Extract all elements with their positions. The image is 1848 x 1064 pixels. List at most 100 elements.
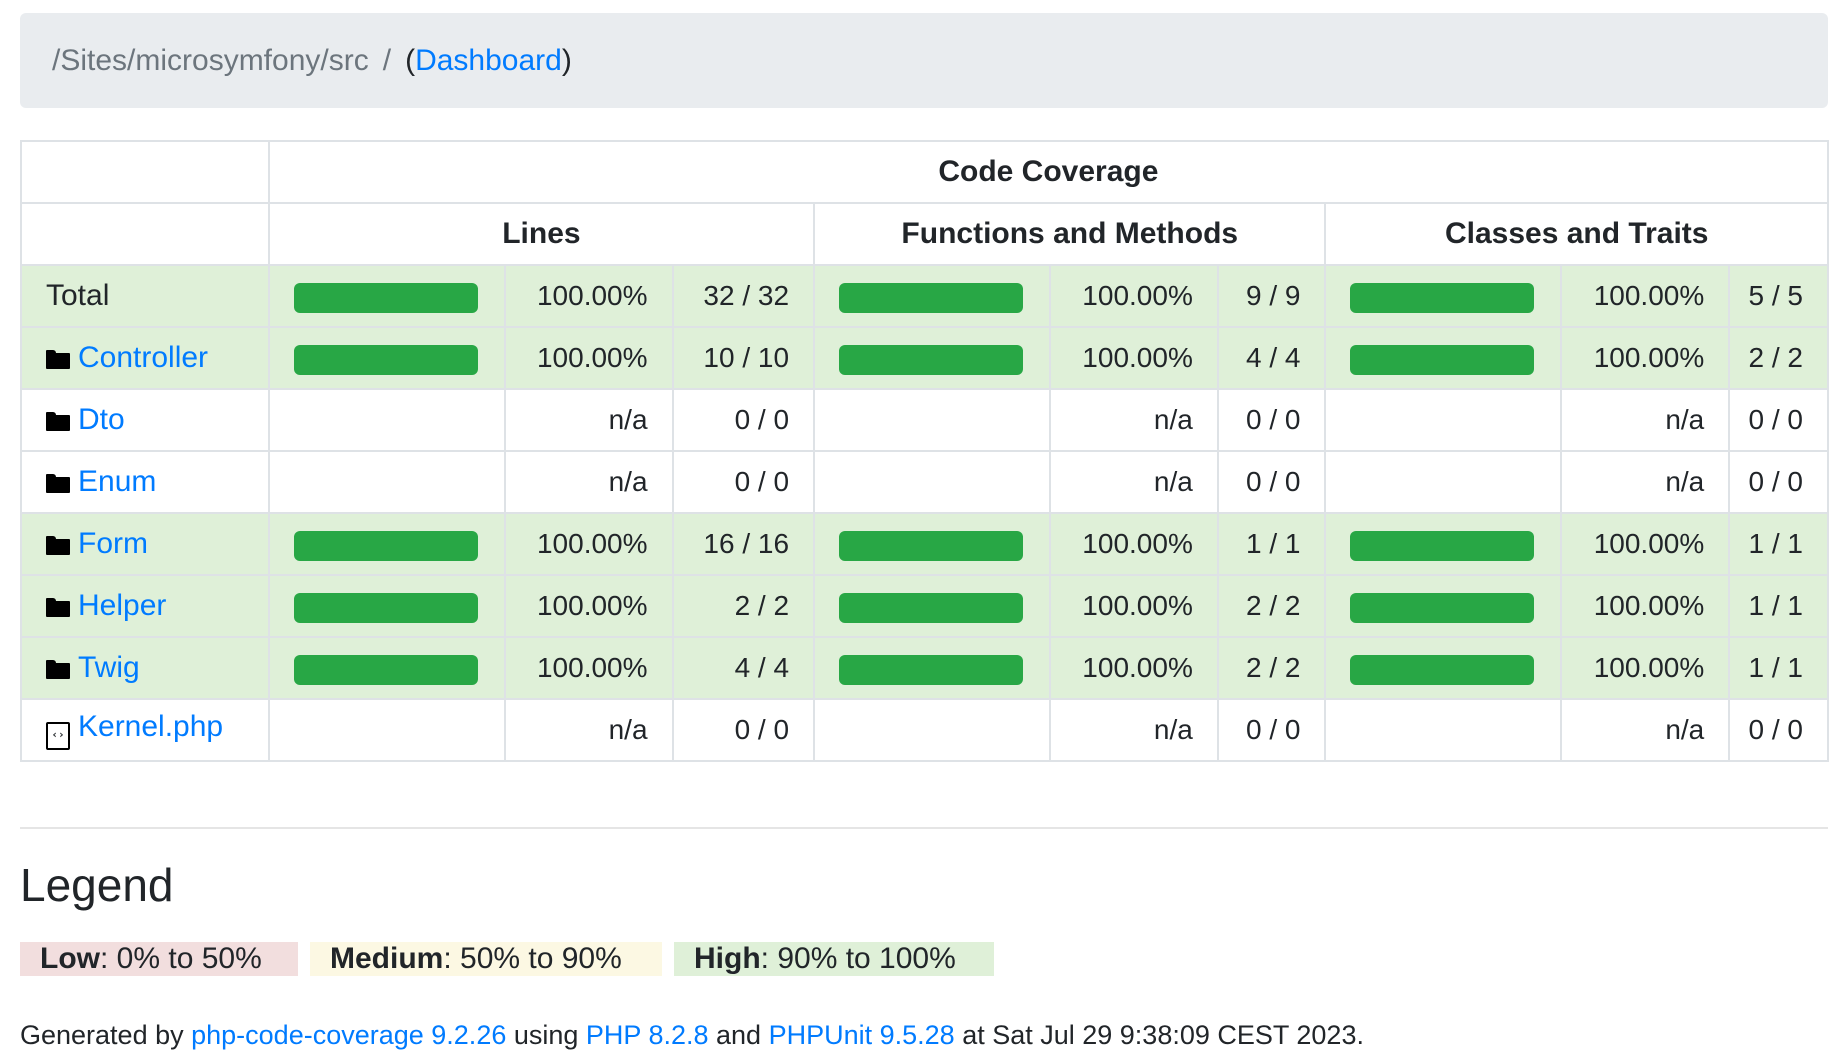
lines-bar-cell [267,388,506,452]
folder-icon [46,660,70,679]
functions-progress-bar [839,283,1024,313]
lines-bar-cell [267,636,506,700]
functions-progress-fill [839,531,1024,561]
table-row: Form 100.00% 16 / 16 100.00% 1 / 1 100.00% 1 /… [20,512,1829,576]
classes-count: 5 / 5 [1728,264,1829,328]
row-link-helper[interactable]: Helper [78,589,166,622]
lines-count: 0 / 0 [671,450,816,514]
header-empty [20,202,270,266]
functions-progress-fill [839,593,1024,623]
functions-percent: 100.00% [1049,264,1219,328]
lines-progress-fill [293,283,478,313]
lines-percent: n/a [503,698,674,762]
lines-bar-cell [267,264,506,328]
lines-percent: n/a [503,450,674,514]
classes-percent: n/a [1560,698,1731,762]
breadcrumb-close-paren: ) [561,44,572,77]
lines-count: 0 / 0 [671,388,816,452]
functions-bar-cell [813,574,1052,638]
coverage-table-body: Total 100.00% 32 / 32 100.00% 9 / 9 100.00% 5 … [20,264,1829,762]
functions-percent: n/a [1049,698,1219,762]
row-link-enum[interactable]: Enum [78,465,156,498]
functions-percent: 100.00% [1049,326,1219,390]
table-row: Total 100.00% 32 / 32 100.00% 9 / 9 100.00% 5 … [20,264,1829,328]
functions-header: Functions and Methods [813,202,1327,266]
row-name-cell: Total [20,264,270,328]
classes-percent: 100.00% [1560,636,1731,700]
table-row: Twig 100.00% 4 / 4 100.00% 2 / 2 100.00% 1 / 1 [20,636,1829,700]
breadcrumb: /Sites/microsymfony/src / (Dashboard) [20,13,1828,108]
classes-bar-cell [1324,450,1563,514]
functions-percent: n/a [1049,450,1219,514]
classes-count: 0 / 0 [1728,698,1829,762]
breadcrumb-path: /Sites/microsymfony/src [52,44,369,77]
classes-progress-bar [1350,283,1535,313]
row-link-kernel-php[interactable]: Kernel.php [78,710,223,743]
lines-progress-fill [293,655,478,685]
functions-count: 9 / 9 [1216,264,1327,328]
php-link[interactable]: PHP 8.2.8 [586,1020,709,1050]
classes-count: 1 / 1 [1728,574,1829,638]
functions-count: 0 / 0 [1216,450,1327,514]
file-code-icon: ‹› [46,722,70,750]
folder-icon [46,412,70,431]
header-empty [20,140,270,204]
legend-low-label: Low [40,942,100,975]
functions-progress-fill [839,655,1024,685]
row-name-cell: Twig [20,636,270,700]
lines-progress-fill [293,593,478,623]
legend-medium-range: : 50% to 90% [443,942,622,975]
lines-bar-cell [267,326,506,390]
classes-progress-fill [1350,345,1535,375]
row-link-dto[interactable]: Dto [78,403,125,436]
classes-bar-cell [1324,264,1563,328]
phpunit-link[interactable]: PHPUnit 9.5.28 [769,1020,955,1050]
functions-bar-cell [813,388,1052,452]
breadcrumb-separator: / [382,44,392,77]
php-code-coverage-link[interactable]: php-code-coverage 9.2.26 [191,1020,506,1050]
folder-icon [46,474,70,493]
row-link-twig[interactable]: Twig [78,651,140,684]
legend-low-range: : 0% to 50% [100,942,262,975]
row-link-controller[interactable]: Controller [78,341,208,374]
classes-progress-bar [1350,655,1535,685]
classes-percent: 100.00% [1560,512,1731,576]
classes-percent: n/a [1560,450,1731,514]
lines-progress-fill [293,345,478,375]
legend-title: Legend [20,859,174,911]
lines-progress-bar [293,531,478,561]
table-row: Dto n/a 0 / 0 n/a 0 / 0 n/a 0 / 0 [20,388,1829,452]
lines-percent: 100.00% [503,264,674,328]
classes-progress-fill [1350,283,1535,313]
footer-text: at Sat Jul 29 9:38:09 CEST 2023. [954,1020,1364,1050]
functions-progress-bar [839,593,1024,623]
classes-progress-fill [1350,531,1535,561]
classes-bar-cell [1324,698,1563,762]
lines-bar-cell [267,574,506,638]
folder-icon [46,350,70,369]
row-link-form[interactable]: Form [78,527,148,560]
lines-progress-bar [293,345,478,375]
table-row: ‹› Kernel.php n/a 0 / 0 n/a 0 / 0 n/a 0 / 0 [20,698,1829,762]
row-name-cell: Form [20,512,270,576]
functions-count: 0 / 0 [1216,388,1327,452]
dashboard-link[interactable]: Dashboard [415,44,562,77]
functions-count: 0 / 0 [1216,698,1327,762]
functions-bar-cell [813,698,1052,762]
table-row: Helper 100.00% 2 / 2 100.00% 2 / 2 100.00% 1 /… [20,574,1829,638]
coverage-table: Code Coverage Lines Functions and Method… [20,140,1830,762]
classes-percent: 100.00% [1560,326,1731,390]
classes-percent: 100.00% [1560,264,1731,328]
row-name-cell: ‹› Kernel.php [20,698,270,762]
row-name-cell: Dto [20,388,270,452]
classes-progress-bar [1350,531,1535,561]
page: /Sites/microsymfony/src / (Dashboard) Code… [0,0,1848,1064]
functions-bar-cell [813,326,1052,390]
functions-percent: n/a [1049,388,1219,452]
lines-bar-cell [267,450,506,514]
functions-percent: 100.00% [1049,636,1219,700]
divider [20,827,1828,829]
folder-icon [46,536,70,555]
lines-header: Lines [267,202,816,266]
functions-progress-bar [839,531,1024,561]
